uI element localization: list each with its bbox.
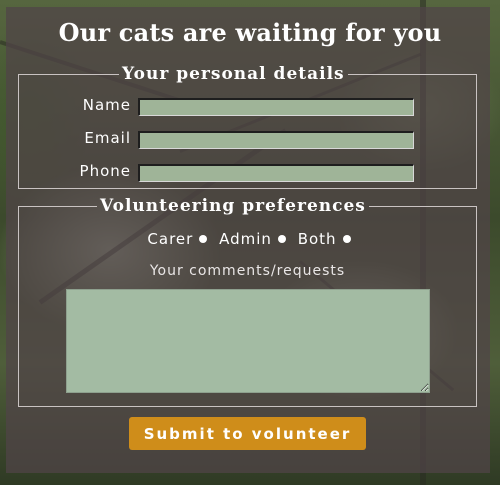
submit-button[interactable]: Submit to volunteer	[129, 417, 366, 450]
volunteer-role-options: Carer Admin Both	[0, 230, 500, 248]
email-field[interactable]	[138, 131, 414, 149]
option-admin-radio[interactable]	[277, 235, 286, 243]
comments-label: Your comments/requests	[149, 263, 346, 279]
personal-details-legend: Your personal details	[122, 64, 345, 84]
option-both-radio[interactable]	[342, 235, 351, 243]
option-admin-label: Admin	[219, 230, 272, 248]
option-both-label: Both	[297, 230, 337, 248]
email-label: Email	[84, 129, 131, 147]
volunteering-preferences-legend: Volunteering preferences	[100, 196, 366, 216]
option-carer-radio[interactable]	[199, 235, 208, 243]
comments-textarea[interactable]	[66, 289, 430, 393]
option-carer-label: Carer	[147, 230, 194, 248]
phone-label: Phone	[79, 162, 131, 180]
phone-field[interactable]	[138, 164, 414, 182]
page-title: Our cats are waiting for you	[58, 18, 442, 47]
name-field[interactable]	[138, 98, 414, 116]
name-label: Name	[82, 96, 131, 114]
